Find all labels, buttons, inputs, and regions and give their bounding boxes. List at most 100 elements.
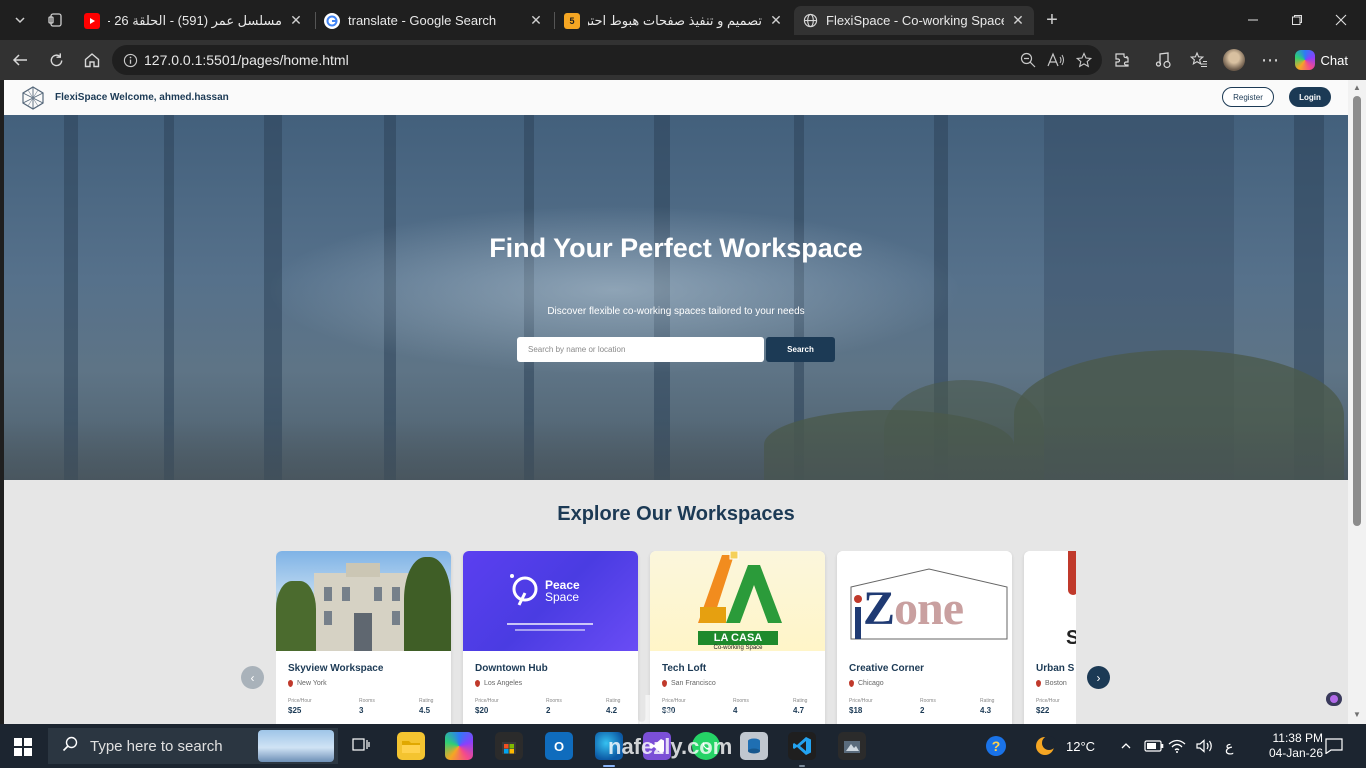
help-icon[interactable]: ?: [984, 724, 1008, 768]
location-pin-icon: [475, 680, 480, 687]
carousel-prev-chevron-icon[interactable]: ‹: [241, 666, 264, 689]
close-tab-icon[interactable]: ✕: [528, 12, 544, 29]
location-pin-icon: [288, 680, 293, 687]
workspace-name: Downtown Hub: [475, 663, 548, 674]
google-icon: [324, 12, 340, 29]
rooms-value: 2: [920, 706, 925, 715]
weather-moon-icon[interactable]: [1034, 724, 1056, 768]
refresh-icon[interactable]: [44, 48, 68, 72]
new-tab-plus-icon[interactable]: +: [1038, 6, 1066, 34]
favorite-star-icon[interactable]: [1074, 50, 1094, 70]
hero-section: Find Your Perfect Workspace Discover fle…: [4, 115, 1348, 480]
more-options-icon[interactable]: ⋯: [1258, 48, 1282, 72]
back-arrow-icon[interactable]: [8, 48, 32, 72]
extensions-icon[interactable]: [1110, 48, 1134, 72]
partial-logo: S: [1024, 551, 1076, 651]
profile-avatar[interactable]: [1222, 48, 1246, 72]
login-button[interactable]: Login: [1289, 87, 1331, 107]
workspaces-icon[interactable]: [42, 6, 70, 34]
search-icon: [62, 736, 78, 756]
brand-welcome-text: FlexiSpace Welcome, ahmed.hassan: [55, 92, 229, 103]
browser-tab-strip: مسلسل عمر (591) - الحلقة 26 - ube ✕ tran…: [0, 0, 1366, 40]
tab-title: FlexiSpace - Co-working Spaces: [826, 13, 1004, 28]
workspace-location: San Francisco: [662, 680, 716, 687]
izone-logo: Zone: [837, 551, 1012, 651]
search-button[interactable]: Search: [766, 337, 835, 362]
volume-icon[interactable]: [1196, 724, 1214, 768]
copilot-chat-button[interactable]: Chat: [1291, 46, 1356, 74]
register-button[interactable]: Register: [1222, 87, 1274, 107]
tab-landing-pages[interactable]: 5 تصميم و تنفيذ صفحات هبوط احترافية ✕: [556, 6, 792, 35]
close-tab-icon[interactable]: ✕: [288, 12, 304, 29]
workspace-location: New York: [288, 680, 327, 687]
database-tool-icon[interactable]: [740, 732, 768, 760]
microsoft-store-icon[interactable]: [495, 732, 523, 760]
site-info-icon[interactable]: [120, 50, 140, 70]
close-tab-icon[interactable]: ✕: [768, 12, 784, 29]
location-pin-icon: [662, 680, 667, 687]
price-label: Price/Hour: [849, 698, 873, 704]
copilot-app-icon[interactable]: [445, 732, 473, 760]
tab-actions-chevron-icon[interactable]: [6, 6, 34, 34]
workspace-name: Tech Loft: [662, 663, 707, 674]
workspace-card[interactable]: Zone Creative Corner Chicago Price/Hour …: [837, 551, 1012, 724]
copilot-icon: [1294, 50, 1315, 70]
media-control-icon[interactable]: [1151, 48, 1175, 72]
workspace-card[interactable]: S Urban S Boston Price/Hour $22: [1024, 551, 1076, 724]
building-photo: [276, 551, 451, 651]
favorites-icon[interactable]: [1187, 48, 1211, 72]
close-tab-icon[interactable]: ✕: [1010, 12, 1026, 29]
restore-icon[interactable]: [1274, 0, 1320, 40]
input-language[interactable]: ع: [1225, 724, 1233, 768]
workspace-location: Boston: [1036, 680, 1067, 687]
close-window-icon[interactable]: [1318, 0, 1364, 40]
price-value: $25: [288, 706, 302, 715]
rating-value: 4.7: [793, 706, 805, 715]
rooms-label: Rooms: [359, 698, 375, 704]
outlook-icon[interactable]: O: [545, 732, 573, 760]
svg-text:?: ?: [992, 738, 1001, 754]
page-scrollbar[interactable]: ▲ ▼: [1348, 80, 1366, 724]
rooms-label: Rooms: [733, 698, 749, 704]
price-value: $20: [475, 706, 489, 715]
tab-youtube[interactable]: مسلسل عمر (591) - الحلقة 26 - ube ✕: [76, 6, 312, 35]
browser-toolbar: 127.0.0.1:5501/pages/home.html ⋯ Chat: [0, 40, 1366, 80]
snipping-tool-icon[interactable]: [838, 732, 866, 760]
clock-time: 11:38 PM: [1272, 731, 1323, 745]
read-aloud-icon[interactable]: [1046, 50, 1066, 70]
youtube-icon: [84, 12, 100, 29]
battery-icon[interactable]: [1144, 724, 1164, 768]
workspace-name: Creative Corner: [849, 663, 925, 674]
windows-start-icon[interactable]: [14, 738, 32, 756]
globe-icon: [802, 13, 818, 29]
minimize-icon[interactable]: [1230, 0, 1276, 40]
price-label: Price/Hour: [1036, 698, 1060, 704]
taskbar-clock[interactable]: 11:38 PM 04-Jan-26: [1253, 731, 1323, 761]
clock-date: 04-Jan-26: [1268, 746, 1323, 760]
address-bar[interactable]: 127.0.0.1:5501/pages/home.html: [112, 45, 1102, 75]
watermark-latin: nafezly.com: [608, 734, 733, 759]
wifi-icon[interactable]: [1168, 724, 1186, 768]
zoom-icon[interactable]: [1018, 50, 1038, 70]
task-view-icon[interactable]: [347, 732, 375, 760]
tab-flexispace[interactable]: FlexiSpace - Co-working Spaces ✕: [794, 6, 1034, 35]
tab-google-search[interactable]: translate - Google Search ✕: [316, 6, 552, 35]
weather-temperature[interactable]: 12°C: [1066, 724, 1095, 768]
carousel-next-chevron-icon[interactable]: ›: [1087, 666, 1110, 689]
workspace-search-input[interactable]: [517, 337, 764, 362]
workspace-card[interactable]: Skyview Workspace New York Price/Hour Ro…: [276, 551, 451, 724]
home-icon[interactable]: [80, 48, 104, 72]
file-explorer-icon[interactable]: [397, 732, 425, 760]
floating-widget-button[interactable]: [1326, 692, 1342, 706]
location-pin-icon: [849, 680, 854, 687]
vs-code-icon[interactable]: [788, 732, 816, 760]
taskbar-search-placeholder: Type here to search: [90, 737, 223, 755]
location-pin-icon: [1036, 680, 1041, 687]
scrollbar-thumb[interactable]: [1353, 96, 1361, 526]
taskbar-search-box[interactable]: Type here to search: [48, 728, 338, 764]
show-hidden-icons-chevron-icon[interactable]: [1120, 724, 1132, 768]
rating-label: Rating: [980, 698, 995, 704]
url-text: 127.0.0.1:5501/pages/home.html: [144, 52, 349, 68]
price-label: Price/Hour: [288, 698, 312, 704]
notifications-icon[interactable]: [1325, 724, 1343, 768]
